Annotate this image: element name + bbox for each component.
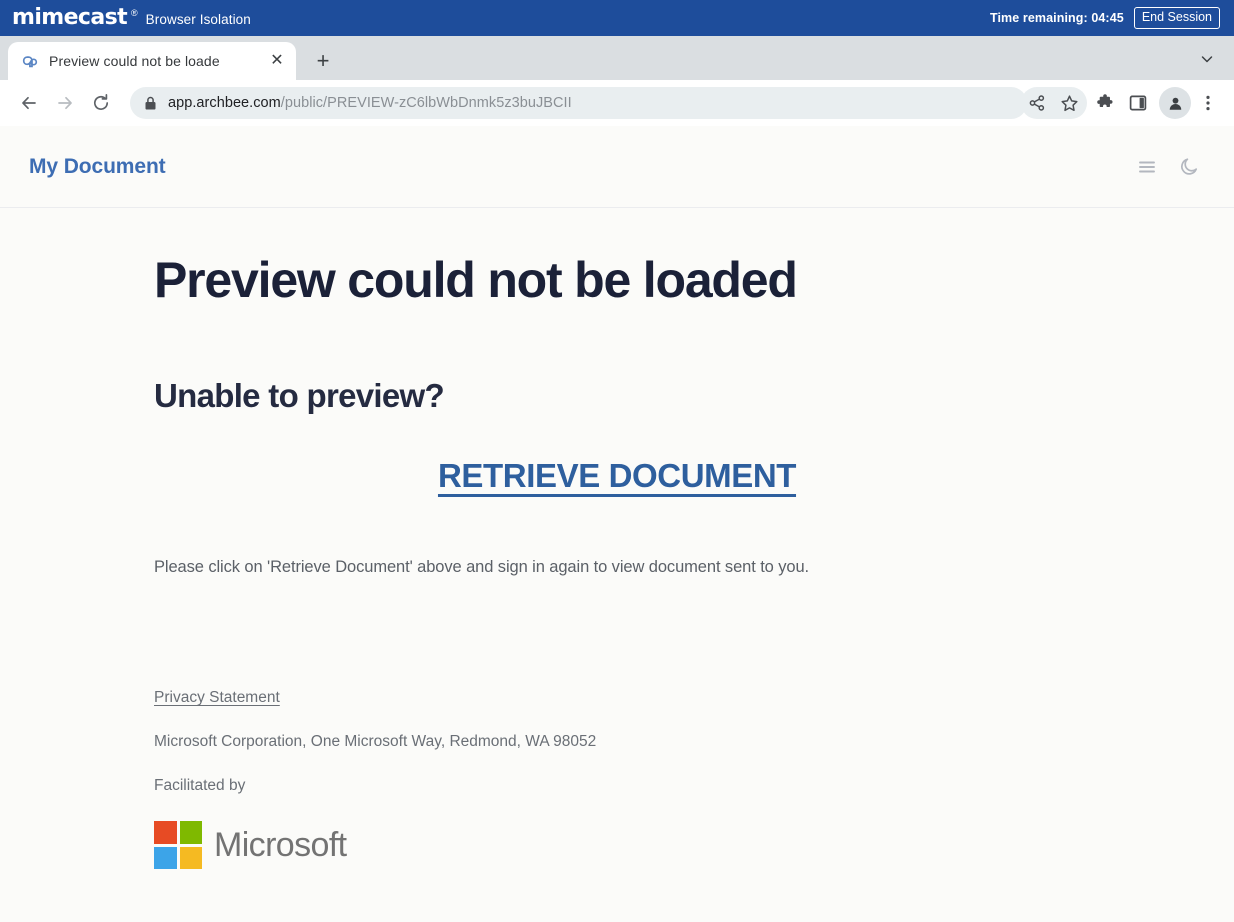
url-path: /public/PREVIEW-zC6lbWbDnmk5z3buJBCII: [280, 95, 572, 111]
lock-icon: [144, 96, 157, 111]
retrieve-document-link[interactable]: RETRIEVE DOCUMENT: [438, 457, 796, 495]
end-session-button[interactable]: End Session: [1133, 6, 1220, 30]
ms-square-bottom-right: [179, 846, 202, 870]
browser-tab-strip: Preview could not be loade ✕ +: [0, 36, 1234, 80]
profile-avatar-icon[interactable]: [1159, 87, 1191, 119]
close-tab-icon[interactable]: ✕: [266, 50, 288, 72]
chevron-down-icon[interactable]: [1194, 46, 1220, 72]
error-heading: Preview could not be loaded: [154, 252, 798, 308]
document-body: Preview could not be loaded Unable to pr…: [0, 208, 1234, 870]
time-remaining-label: Time remaining: 04:45: [989, 11, 1124, 25]
product-name-label: Browser Isolation: [145, 12, 251, 27]
address-bar[interactable]: app.archbee.com/public/PREVIEW-zC6lbWbDn…: [130, 87, 1027, 119]
bookmark-star-icon[interactable]: [1053, 87, 1085, 119]
company-address-text: Microsoft Corporation, One Microsoft Way…: [154, 733, 597, 751]
back-button[interactable]: [12, 86, 46, 120]
microsoft-logo-squares-icon: [154, 821, 202, 870]
registered-trademark-icon: ®: [131, 8, 138, 18]
page-footer: Privacy Statement Microsoft Corporation,…: [154, 689, 1234, 870]
facilitated-by-label: Facilitated by: [154, 777, 246, 795]
ms-square-top-right: [179, 821, 202, 844]
browser-tab-title: Preview could not be loade: [49, 53, 220, 69]
microsoft-wordmark: Microsoft: [214, 825, 347, 864]
archbee-favicon: [22, 53, 39, 70]
browser-tab-active[interactable]: Preview could not be loade ✕: [8, 42, 296, 80]
instruction-text: Please click on 'Retrieve Document' abov…: [154, 558, 810, 577]
microsoft-logo: Microsoft: [154, 821, 1234, 870]
page-title: My Document: [29, 154, 166, 178]
three-dot-menu-icon[interactable]: [1192, 87, 1224, 119]
page-content: My Document Preview could not be loaded …: [0, 126, 1234, 922]
retrieve-link-container: RETRIEVE DOCUMENT: [154, 457, 1234, 495]
ms-square-top-left: [154, 821, 177, 844]
share-icon[interactable]: [1021, 87, 1053, 119]
mimecast-isolation-bar: mimecast ® Browser Isolation Time remaini…: [0, 0, 1234, 36]
new-tab-button[interactable]: +: [306, 44, 340, 78]
document-header: My Document: [0, 126, 1234, 208]
address-bar-url: app.archbee.com/public/PREVIEW-zC6lbWbDn…: [168, 95, 572, 111]
extensions-puzzle-icon[interactable]: [1089, 87, 1121, 119]
document-header-actions: [1136, 156, 1200, 178]
hamburger-menu-icon[interactable]: [1136, 156, 1158, 178]
reload-button[interactable]: [84, 86, 118, 120]
mimecast-brand: mimecast ® Browser Isolation: [12, 7, 251, 29]
isolation-bar-right-group: Time remaining: 04:45 End Session: [989, 6, 1220, 30]
forward-button[interactable]: [48, 86, 82, 120]
side-panel-icon[interactable]: [1122, 87, 1154, 119]
unable-to-preview-heading: Unable to preview?: [154, 376, 445, 414]
browser-toolbar-icons: [1089, 87, 1224, 119]
ms-square-bottom-left: [154, 846, 177, 870]
privacy-statement-link[interactable]: Privacy Statement: [154, 689, 280, 707]
browser-toolbar: app.archbee.com/public/PREVIEW-zC6lbWbDn…: [0, 80, 1234, 126]
mimecast-logo-text: mimecast: [12, 5, 128, 30]
omnibox-action-group: [1021, 87, 1087, 119]
url-host: app.archbee.com: [168, 95, 281, 111]
dark-mode-moon-icon[interactable]: [1179, 156, 1200, 177]
